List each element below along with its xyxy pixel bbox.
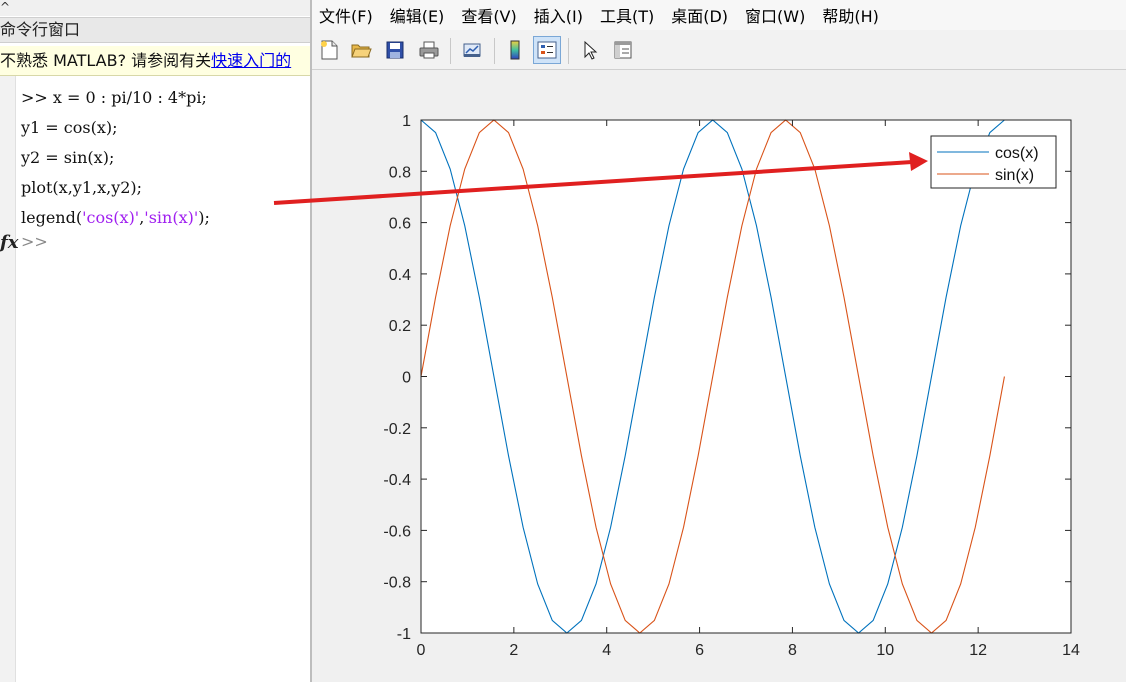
command-input-prompt[interactable]: >>: [21, 232, 48, 251]
command-window-title: 命令行窗口: [0, 17, 310, 43]
new-figure-icon[interactable]: [315, 36, 343, 64]
colorbar-icon[interactable]: [501, 36, 529, 64]
command-code: x = 0 : pi/10 : 4*pi;: [52, 88, 207, 107]
legend-label: cos(x): [995, 145, 1039, 162]
y-tick-label: 0.8: [389, 164, 411, 181]
command-code: legend(: [21, 208, 83, 227]
screen: ^ 命令行窗口 不熟悉 MATLAB? 请参阅有关快速入门的 >> x = 0 …: [0, 0, 1126, 682]
save-icon[interactable]: [381, 36, 409, 64]
toolbar-separator: [568, 38, 569, 64]
figure-toolbar: [312, 30, 1126, 70]
getting-started-link[interactable]: 快速入门的: [211, 51, 291, 70]
command-gutter: [0, 76, 16, 682]
command-line: plot(x,y1,x,y2);: [21, 174, 210, 204]
menu-help[interactable]: 帮助(H): [822, 3, 879, 27]
x-tick-label: 8: [788, 642, 797, 659]
menu-bar: 文件(F) 编辑(E) 查看(V) 插入(I) 工具(T) 桌面(D) 窗口(W…: [312, 0, 1126, 30]
string-literal: 'sin(x)': [144, 208, 199, 227]
y-tick-label: -0.6: [383, 523, 411, 540]
legend-icon[interactable]: [533, 36, 561, 64]
menu-tools[interactable]: 工具(T): [600, 3, 654, 27]
command-code: y2 = sin(x);: [21, 148, 115, 167]
window-edge-strip: ^: [0, 0, 310, 16]
command-line: y1 = cos(x);: [21, 114, 210, 144]
command-line: >> x = 0 : pi/10 : 4*pi;: [21, 84, 210, 114]
figure-window: 文件(F) 编辑(E) 查看(V) 插入(I) 工具(T) 桌面(D) 窗口(W…: [310, 0, 1126, 682]
plot-area[interactable]: 0 2 4 6 8 10 12 14 1 0.8 0.6 0.4 0.2 0 -0.2 -0.4 -0.6 -0.…: [312, 71, 1126, 682]
x-tick-label: 0: [417, 642, 426, 659]
y-tick-label: -1: [397, 626, 411, 643]
toolbar-separator: [494, 38, 495, 64]
x-tick-label: 6: [695, 642, 704, 659]
menu-insert[interactable]: 插入(I): [534, 3, 583, 27]
menu-edit[interactable]: 编辑(E): [390, 3, 445, 27]
menu-file[interactable]: 文件(F): [319, 3, 373, 27]
x-tick-label: 10: [876, 642, 894, 659]
toolbar-separator: [450, 38, 451, 64]
link-plot-icon[interactable]: [458, 36, 486, 64]
menu-view[interactable]: 查看(V): [461, 3, 516, 27]
line-chart[interactable]: 0 2 4 6 8 10 12 14 1 0.8 0.6 0.4 0.2 0 -0.2 -0.4 -0.6 -0.…: [312, 71, 1126, 682]
x-tick-label: 4: [602, 642, 611, 659]
command-window: ^ 命令行窗口 不熟悉 MATLAB? 请参阅有关快速入门的 >> x = 0 …: [0, 0, 310, 682]
command-code: );: [198, 208, 210, 227]
open-file-icon[interactable]: [347, 36, 375, 64]
legend-label: sin(x): [995, 167, 1034, 184]
y-tick-label: -0.4: [383, 472, 411, 489]
y-tick-label: 0.4: [389, 267, 411, 284]
string-literal: 'cos(x)': [82, 208, 140, 227]
legend-box: [930, 135, 1057, 189]
y-tick-label: -0.2: [383, 421, 411, 438]
command-code: plot(x,y1,x,y2);: [21, 178, 143, 197]
menu-desktop[interactable]: 桌面(D): [671, 3, 728, 27]
menu-window[interactable]: 窗口(W): [745, 3, 805, 27]
command-line: legend('cos(x)','sin(x)');: [21, 204, 210, 234]
collapse-icon[interactable]: ^: [0, 0, 10, 14]
command-prompt: >>: [21, 88, 53, 107]
y-tick-label: 0.2: [389, 318, 411, 335]
command-code: y1 = cos(x);: [21, 118, 118, 137]
x-tick-label: 2: [509, 642, 518, 659]
hint-text: 不熟悉 MATLAB? 请参阅有关: [0, 51, 212, 70]
property-inspector-icon[interactable]: [609, 36, 637, 64]
x-tick-label: 14: [1062, 642, 1080, 659]
y-tick-label: -0.8: [383, 575, 411, 592]
print-icon[interactable]: [415, 36, 443, 64]
y-tick-label: 0.6: [389, 216, 411, 233]
command-line: y2 = sin(x);: [21, 144, 210, 174]
function-browser-icon[interactable]: fx: [0, 232, 18, 253]
edit-plot-icon[interactable]: [576, 36, 604, 64]
command-history[interactable]: >> x = 0 : pi/10 : 4*pi; y1 = cos(x); y2…: [21, 84, 210, 234]
y-tick-label: 1: [402, 113, 411, 130]
x-tick-label: 12: [969, 642, 987, 659]
getting-started-hint: 不熟悉 MATLAB? 请参阅有关快速入门的: [0, 46, 310, 76]
y-tick-label: 0: [402, 370, 411, 387]
axes-background: [421, 120, 1071, 633]
